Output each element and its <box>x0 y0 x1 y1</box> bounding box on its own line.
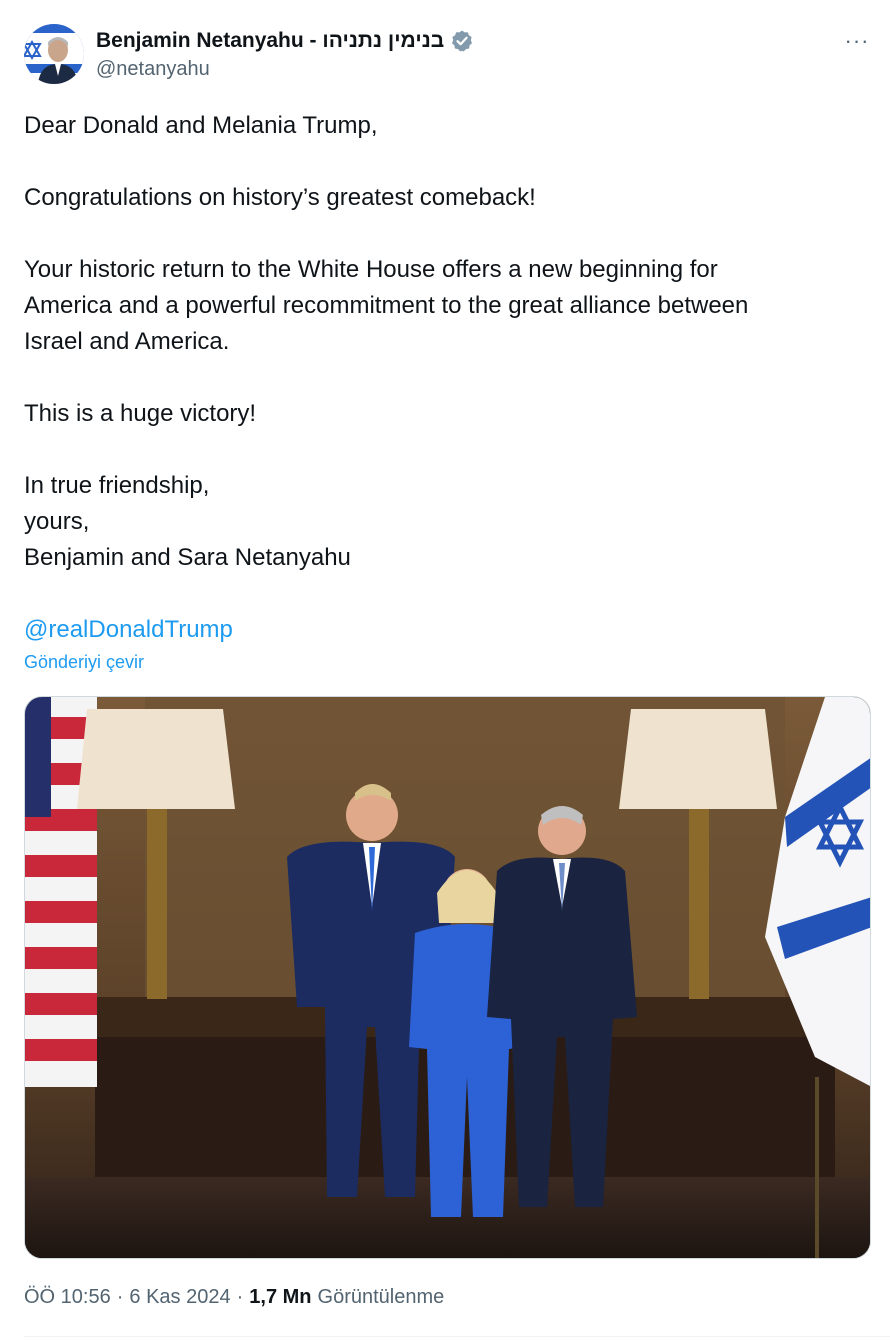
author-display-name[interactable]: Benjamin Netanyahu - בנימין נתניהו <box>96 29 444 53</box>
tweet-line: Your historic return to the White House … <box>24 256 718 283</box>
author-name-row: Benjamin Netanyahu - בנימין נתניהו <box>96 27 474 55</box>
tweet-line: This is a huge victory! <box>24 400 257 427</box>
person-avatar-icon <box>24 24 84 84</box>
tweet-line: Benjamin and Sara Netanyahu <box>24 544 351 571</box>
separator-dot: · <box>116 1286 124 1308</box>
tweet-line: In true friendship, <box>24 472 210 499</box>
tweet-line: Dear Donald and Melania Trump, <box>24 112 378 139</box>
tweet-line: America and a powerful recommitment to t… <box>24 292 749 319</box>
tweet-time[interactable]: ÖÖ 10:56 <box>24 1286 111 1309</box>
translate-post-link[interactable]: Gönderiyi çevir <box>24 652 144 673</box>
views-label: Görüntülenme <box>317 1286 445 1308</box>
tweet-line: yours, <box>24 508 90 535</box>
tweet-meta: ÖÖ 10:56 · 6 Kas 2024 · 1,7 Mn Görüntüle… <box>24 1286 444 1309</box>
views-count: 1,7 Mn <box>249 1286 312 1308</box>
author-handle[interactable]: @netanyahu <box>96 58 210 81</box>
separator-dot: · <box>236 1286 244 1308</box>
divider <box>24 1336 890 1337</box>
avatar[interactable] <box>24 24 84 84</box>
tweet-text: Dear Donald and Melania Trump, Congratul… <box>24 108 854 648</box>
more-options-button[interactable]: ··· <box>842 28 872 54</box>
tweet-photo[interactable] <box>24 696 871 1259</box>
tweet-line: Congratulations on history’s greatest co… <box>24 184 536 211</box>
tweet-card: Benjamin Netanyahu - בנימין נתניהו @neta… <box>0 0 890 1343</box>
tweet-date[interactable]: 6 Kas 2024 <box>129 1286 230 1309</box>
more-icon: ··· <box>844 28 870 53</box>
photo-illustration <box>25 697 870 1258</box>
tweet-line: Israel and America. <box>24 328 230 355</box>
mention-link[interactable]: @realDonaldTrump <box>24 616 233 643</box>
verified-badge-icon[interactable] <box>450 29 474 53</box>
